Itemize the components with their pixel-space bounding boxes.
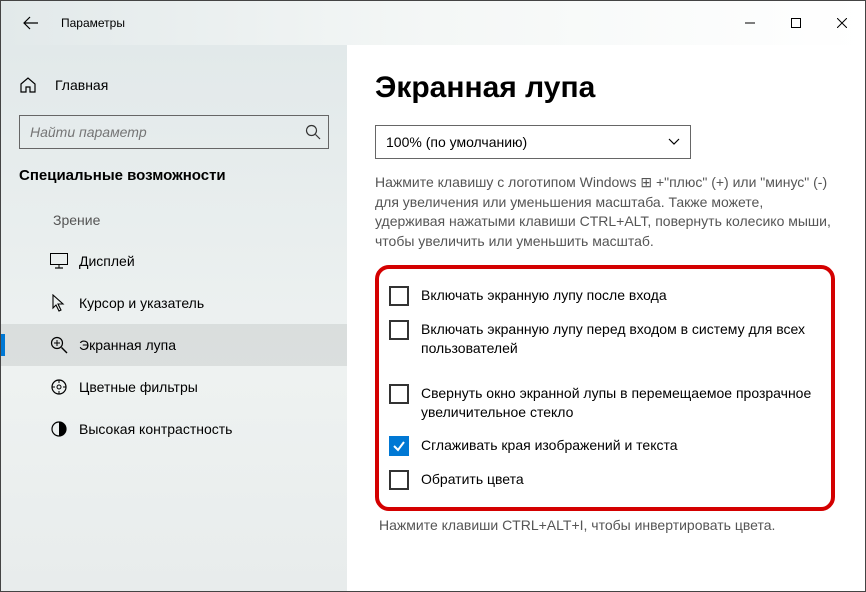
home-nav[interactable]: Главная xyxy=(1,69,347,101)
app-title: Параметры xyxy=(61,16,125,30)
checkbox-label: Включать экранную лупу перед входом в си… xyxy=(421,320,817,358)
cursor-icon xyxy=(49,293,69,313)
sidebar-item-magnifier[interactable]: Экранная лупа xyxy=(1,324,347,366)
section-caption: Зрение xyxy=(1,212,347,240)
window-controls xyxy=(727,7,865,39)
checkbox-smooth-edges[interactable]: Сглаживать края изображений и текста xyxy=(389,429,817,463)
checkbox-box xyxy=(389,286,409,306)
sidebar: Главная Специальные возможности Зрение Д… xyxy=(1,45,347,591)
zoom-dropdown[interactable]: 100% (по умолчанию) xyxy=(375,125,691,159)
sidebar-item-cursor[interactable]: Курсор и указатель xyxy=(1,282,347,324)
checkbox-invert-colors[interactable]: Обратить цвета xyxy=(389,463,817,497)
checkbox-after-signin[interactable]: Включать экранную лупу после входа xyxy=(389,279,817,313)
highlight-box: Включать экранную лупу после входа Включ… xyxy=(375,265,835,511)
magnifier-icon xyxy=(49,335,69,355)
checkbox-box xyxy=(389,436,409,456)
page-title: Экранная лупа xyxy=(375,71,835,105)
minimize-icon xyxy=(745,18,755,28)
checkbox-before-signin[interactable]: Включать экранную лупу перед входом в си… xyxy=(389,313,817,365)
display-icon xyxy=(49,251,69,271)
maximize-button[interactable] xyxy=(773,7,819,39)
sidebar-item-label: Дисплей xyxy=(79,253,135,269)
dropdown-value: 100% (по умолчанию) xyxy=(386,134,527,150)
checkbox-label: Обратить цвета xyxy=(421,470,524,489)
home-label: Главная xyxy=(55,77,108,93)
invert-hint: Нажмите клавиши CTRL+ALT+I, чтобы инверт… xyxy=(375,517,835,533)
sidebar-item-label: Курсор и указатель xyxy=(79,295,204,311)
checkbox-label: Сглаживать края изображений и текста xyxy=(421,436,678,455)
checkbox-box xyxy=(389,470,409,490)
sidebar-item-label: Цветные фильтры xyxy=(79,379,198,395)
sidebar-item-label: Высокая контрастность xyxy=(79,421,232,437)
sidebar-item-contrast[interactable]: Высокая контрастность xyxy=(1,408,347,450)
contrast-icon xyxy=(49,419,69,439)
search-input[interactable] xyxy=(20,124,298,140)
checkbox-collapse-lens[interactable]: Свернуть окно экранной лупы в перемещаем… xyxy=(389,377,817,429)
close-icon xyxy=(837,18,847,28)
sidebar-item-display[interactable]: Дисплей xyxy=(1,240,347,282)
minimize-button[interactable] xyxy=(727,7,773,39)
color-filter-icon xyxy=(49,377,69,397)
close-button[interactable] xyxy=(819,7,865,39)
zoom-help-text: Нажмите клавишу с логотипом Windows ⊞ +"… xyxy=(375,173,835,251)
main-panel: Экранная лупа 100% (по умолчанию) Нажмит… xyxy=(347,45,865,591)
home-icon xyxy=(19,76,37,94)
maximize-icon xyxy=(791,18,801,28)
titlebar: Параметры xyxy=(1,1,865,45)
search-icon xyxy=(298,124,328,140)
checkbox-label: Свернуть окно экранной лупы в перемещаем… xyxy=(421,384,817,422)
checkbox-label: Включать экранную лупу после входа xyxy=(421,286,667,305)
checkbox-box xyxy=(389,320,409,340)
checkbox-box xyxy=(389,384,409,404)
arrow-left-icon xyxy=(23,15,39,31)
category-header: Специальные возможности xyxy=(1,167,347,212)
chevron-down-icon xyxy=(668,138,680,146)
back-button[interactable] xyxy=(15,7,47,39)
sidebar-item-colorfilters[interactable]: Цветные фильтры xyxy=(1,366,347,408)
sidebar-item-label: Экранная лупа xyxy=(79,337,176,353)
search-box[interactable] xyxy=(19,115,329,149)
